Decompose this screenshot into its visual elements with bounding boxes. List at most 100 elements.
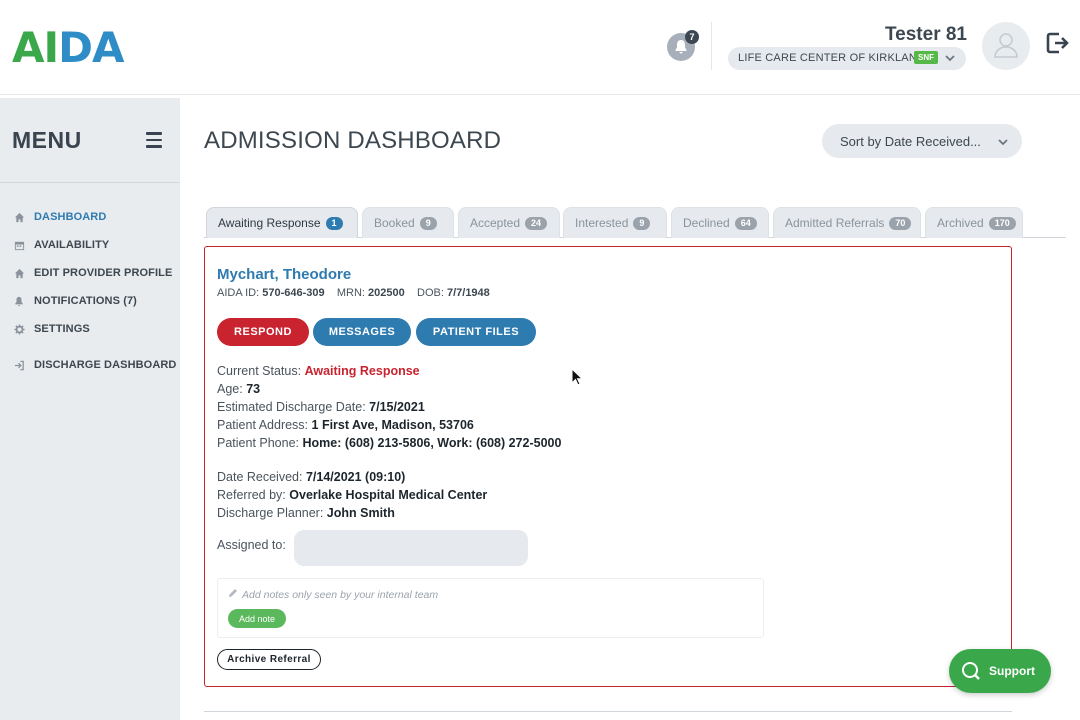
tab-admitted-referrals[interactable]: Admitted Referrals 70 bbox=[773, 207, 921, 238]
dob-value: 7/7/1948 bbox=[446, 287, 490, 299]
sign-in-icon bbox=[12, 358, 26, 372]
tab-awaiting-response[interactable]: Awaiting Response 1 bbox=[206, 207, 358, 238]
tab-count-badge: 70 bbox=[889, 216, 912, 230]
sidebar-item-label: NOTIFICATIONS (7) bbox=[34, 295, 137, 307]
logo-letter: A bbox=[92, 23, 125, 72]
tab-count-badge: 1 bbox=[325, 216, 343, 230]
sidebar-item-discharge-dashboard[interactable]: DISCHARGE DASHBOARD bbox=[12, 357, 176, 373]
patient-name-link[interactable]: Mychart, Theodore bbox=[217, 266, 351, 283]
sort-dropdown[interactable]: Sort by Date Received... bbox=[822, 124, 1022, 158]
sidebar-divider bbox=[0, 182, 180, 183]
tab-count-badge: 64 bbox=[734, 216, 757, 230]
internal-notes-box[interactable]: Add notes only seen by your internal tea… bbox=[217, 578, 764, 638]
archive-referral-button[interactable]: Archive Referral bbox=[217, 649, 321, 670]
status-value: Awaiting Response bbox=[304, 364, 420, 378]
patient-identifiers: AIDA ID: 570-646-309 MRN: 202500 DOB: 7/… bbox=[217, 287, 490, 299]
mouse-cursor-icon bbox=[571, 367, 584, 391]
tab-label: Archived bbox=[937, 216, 984, 230]
sidebar: MENU DASHBOARD AVAILABILITY EDIT PROVIDE… bbox=[0, 98, 180, 720]
aida-id-label: AIDA ID: bbox=[217, 287, 260, 299]
tab-declined[interactable]: Declined 64 bbox=[671, 207, 769, 238]
aida-id-value: 570-646-309 bbox=[262, 287, 325, 299]
mrn-label: MRN: bbox=[336, 287, 365, 299]
logout-icon[interactable] bbox=[1045, 31, 1069, 60]
respond-button[interactable]: RESPOND bbox=[217, 318, 309, 346]
assigned-to-select[interactable] bbox=[294, 530, 528, 566]
bell-icon bbox=[12, 294, 26, 308]
chevron-down-icon bbox=[997, 135, 1009, 153]
add-note-button[interactable]: Add note bbox=[228, 609, 286, 628]
logo-letter: A bbox=[12, 23, 45, 72]
menu-title: MENU bbox=[12, 127, 82, 153]
sidebar-item-label: DISCHARGE DASHBOARD bbox=[34, 359, 177, 371]
notes-placeholder-text: Add notes only seen by your internal tea… bbox=[242, 588, 439, 601]
tab-interested[interactable]: Interested 9 bbox=[563, 207, 667, 238]
tab-label: Interested bbox=[575, 216, 629, 230]
facility-type-badge: SNF bbox=[914, 51, 938, 64]
tab-label: Accepted bbox=[470, 216, 521, 230]
next-card-edge bbox=[204, 711, 1012, 712]
age-row: Age: 73 bbox=[217, 382, 260, 396]
sidebar-item-edit-provider-profile[interactable]: EDIT PROVIDER PROFILE bbox=[12, 265, 172, 281]
page-title: ADMISSION DASHBOARD bbox=[204, 127, 502, 154]
messages-button[interactable]: MESSAGES bbox=[313, 318, 411, 346]
logo-letter: I bbox=[43, 23, 60, 72]
sidebar-item-settings[interactable]: SETTINGS bbox=[12, 321, 90, 337]
calendar-icon bbox=[12, 238, 26, 252]
tab-label: Declined bbox=[683, 216, 730, 230]
gear-icon bbox=[12, 322, 26, 336]
current-status-row: Current Status: Awaiting Response bbox=[217, 364, 420, 378]
tab-accepted[interactable]: Accepted 24 bbox=[458, 207, 560, 238]
sidebar-item-notifications[interactable]: NOTIFICATIONS (7) bbox=[12, 293, 137, 309]
facility-name: LIFE CARE CENTER OF KIRKLAND bbox=[738, 52, 926, 64]
chevron-down-icon bbox=[944, 51, 956, 69]
age-label: Age: bbox=[217, 382, 243, 396]
address-row: Patient Address: 1 First Ave, Madison, 5… bbox=[217, 418, 474, 432]
address-value: 1 First Ave, Madison, 53706 bbox=[311, 418, 474, 432]
discharge-planner-label: Discharge Planner: bbox=[217, 506, 324, 520]
discharge-planner-row: Discharge Planner: John Smith bbox=[217, 506, 395, 520]
referred-by-value: Overlake Hospital Medical Center bbox=[289, 488, 488, 502]
user-avatar-icon[interactable] bbox=[982, 22, 1030, 70]
aida-logo[interactable]: AIDA bbox=[12, 23, 125, 72]
support-button[interactable]: Support bbox=[949, 649, 1051, 693]
discharge-date-row: Estimated Discharge Date: 7/15/2021 bbox=[217, 400, 425, 414]
discharge-date-label: Estimated Discharge Date: bbox=[217, 400, 366, 414]
date-received-label: Date Received: bbox=[217, 470, 303, 484]
tab-label: Awaiting Response bbox=[218, 216, 321, 230]
sidebar-item-label: SETTINGS bbox=[34, 323, 90, 335]
mrn-value: 202500 bbox=[368, 287, 405, 299]
sidebar-item-availability[interactable]: AVAILABILITY bbox=[12, 237, 109, 253]
support-label: Support bbox=[989, 664, 1035, 678]
date-received-value: 7/14/2021 (09:10) bbox=[305, 470, 406, 484]
phone-label: Patient Phone: bbox=[217, 436, 300, 450]
tab-count-badge: 24 bbox=[525, 216, 548, 230]
tab-booked[interactable]: Booked 9 bbox=[362, 207, 454, 238]
tab-count-badge: 9 bbox=[419, 216, 437, 230]
home-icon bbox=[12, 210, 26, 224]
tab-archived[interactable]: Archived 170 bbox=[925, 207, 1023, 238]
referral-card: Mychart, Theodore AIDA ID: 570-646-309 M… bbox=[204, 246, 1012, 687]
sort-label: Sort by Date Received... bbox=[840, 134, 981, 149]
facility-selector[interactable]: LIFE CARE CENTER OF KIRKLAND SNF bbox=[728, 47, 966, 70]
sidebar-item-label: AVAILABILITY bbox=[34, 239, 110, 251]
chat-search-icon bbox=[961, 661, 981, 681]
assigned-to-label: Assigned to: bbox=[217, 538, 286, 552]
phone-row: Patient Phone: Home: (608) 213-5806, Wor… bbox=[217, 436, 561, 450]
address-label: Patient Address: bbox=[217, 418, 309, 432]
age-value: 73 bbox=[246, 382, 261, 396]
logo-letter: D bbox=[58, 23, 93, 72]
date-received-row: Date Received: 7/14/2021 (09:10) bbox=[217, 470, 405, 484]
dob-label: DOB: bbox=[417, 287, 444, 299]
phone-value: Home: (608) 213-5806, Work: (608) 272-50… bbox=[302, 436, 562, 450]
hamburger-icon[interactable] bbox=[146, 132, 162, 152]
patient-files-button[interactable]: PATIENT FILES bbox=[416, 318, 536, 346]
tab-count-badge: 9 bbox=[633, 216, 651, 230]
status-label: Current Status: bbox=[217, 364, 302, 378]
notes-placeholder: Add notes only seen by your internal tea… bbox=[228, 588, 438, 601]
top-header: AIDA 7 Tester 81 LIFE CARE CENTER OF KIR… bbox=[0, 0, 1080, 95]
tab-count-badge: 170 bbox=[988, 216, 1016, 230]
sidebar-item-dashboard[interactable]: DASHBOARD bbox=[12, 209, 106, 225]
referred-by-label: Referred by: bbox=[217, 488, 286, 502]
home-icon bbox=[12, 266, 26, 280]
